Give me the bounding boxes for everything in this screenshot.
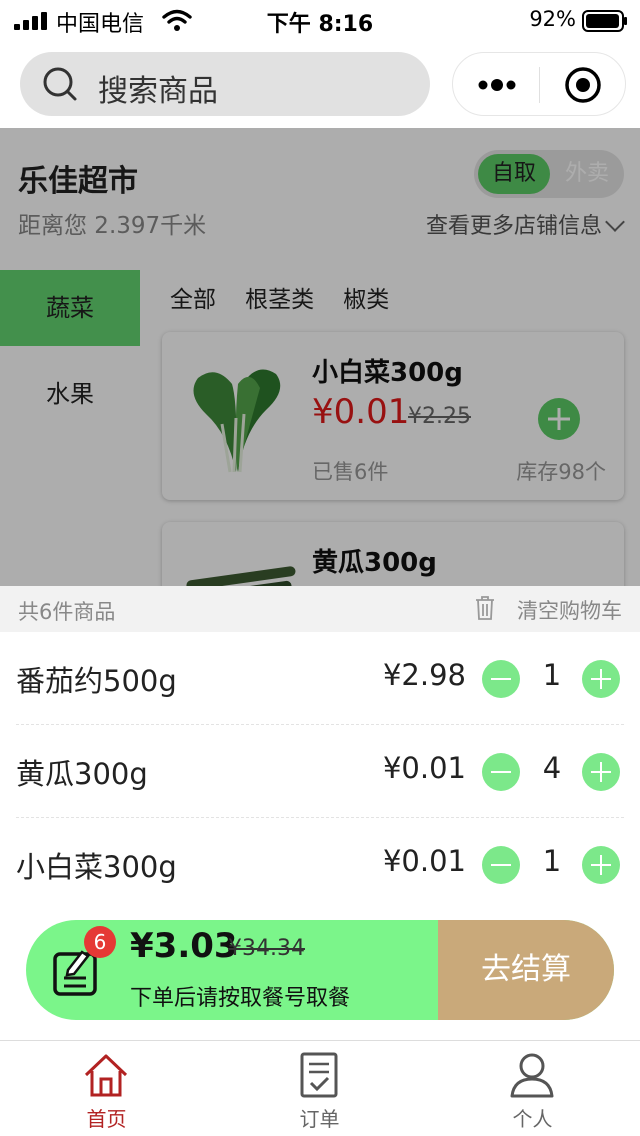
home-icon: [84, 1054, 128, 1097]
cart-summary[interactable]: 6 ¥3.03 ¥34.34 下单后请按取餐号取餐: [26, 920, 438, 1020]
checkout-button[interactable]: 去结算: [438, 920, 614, 1020]
status-bar: 中国电信 下午 8:16 92%: [0, 0, 640, 42]
tab-orders-label: 订单: [299, 1107, 340, 1131]
trash-icon[interactable]: [474, 595, 496, 621]
cart-item-price: ¥0.01: [382, 751, 466, 785]
cart-item: 黄瓜300g ¥0.01 4: [16, 725, 624, 818]
cart-item-price: ¥0.01: [382, 844, 466, 878]
tab-orders[interactable]: 订单: [213, 1041, 426, 1136]
tab-profile-label: 个人: [512, 1107, 553, 1131]
increase-qty-button[interactable]: [582, 660, 620, 698]
decrease-qty-button[interactable]: [482, 660, 520, 698]
tab-profile[interactable]: 个人: [426, 1041, 639, 1136]
search-placeholder: 搜索商品: [98, 74, 218, 109]
cart-item-price: ¥2.98: [382, 658, 466, 692]
capsule-divider: [539, 67, 540, 103]
increase-qty-button[interactable]: [582, 846, 620, 884]
cart-header: 共6件商品 清空购物车: [0, 586, 640, 632]
close-miniprogram-icon[interactable]: [563, 65, 603, 105]
tab-home-label: 首页: [86, 1107, 127, 1131]
search-icon: [43, 67, 77, 101]
order-icon: [300, 1052, 338, 1098]
cart-item-name: 黄瓜300g: [16, 757, 148, 791]
cart-item-qty: 4: [542, 751, 562, 785]
checkout-bar: 6 ¥3.03 ¥34.34 下单后请按取餐号取餐 去结算: [26, 920, 614, 1020]
person-icon: [510, 1053, 554, 1098]
cart-item-qty: 1: [542, 658, 562, 692]
cart-item: 番茄约500g ¥2.98 1: [16, 632, 624, 725]
decrease-qty-button[interactable]: [482, 846, 520, 884]
more-icon[interactable]: [477, 73, 517, 97]
battery-percent: 92%: [529, 7, 576, 31]
search-header: 搜索商品: [0, 42, 640, 128]
search-input[interactable]: 搜索商品: [20, 52, 430, 116]
checkout-total: ¥3.03: [130, 926, 238, 966]
checkout-original-total: ¥34.34: [228, 936, 305, 961]
miniprogram-capsule: [452, 52, 626, 116]
battery-icon: [582, 10, 627, 32]
clear-cart-button[interactable]: 清空购物车: [517, 595, 622, 625]
increase-qty-button[interactable]: [582, 753, 620, 791]
dim-overlay[interactable]: [0, 128, 640, 586]
tab-home[interactable]: 首页: [0, 1041, 213, 1136]
cart-item-count: 共6件商品: [18, 600, 116, 624]
cart-item-name: 番茄约500g: [16, 664, 177, 698]
tab-bar: 首页 订单 个人: [0, 1040, 640, 1136]
cart-item-qty: 1: [542, 844, 562, 878]
cart-panel: 共6件商品 清空购物车 番茄约500g ¥2.98 1 黄瓜300g ¥0.01…: [0, 586, 640, 1040]
checkout-note: 下单后请按取餐号取餐: [130, 986, 351, 1011]
cart-count-badge: 6: [84, 926, 116, 958]
cart-item: 小白菜300g ¥0.01 1: [16, 818, 624, 911]
decrease-qty-button[interactable]: [482, 753, 520, 791]
cart-item-name: 小白菜300g: [16, 850, 177, 884]
